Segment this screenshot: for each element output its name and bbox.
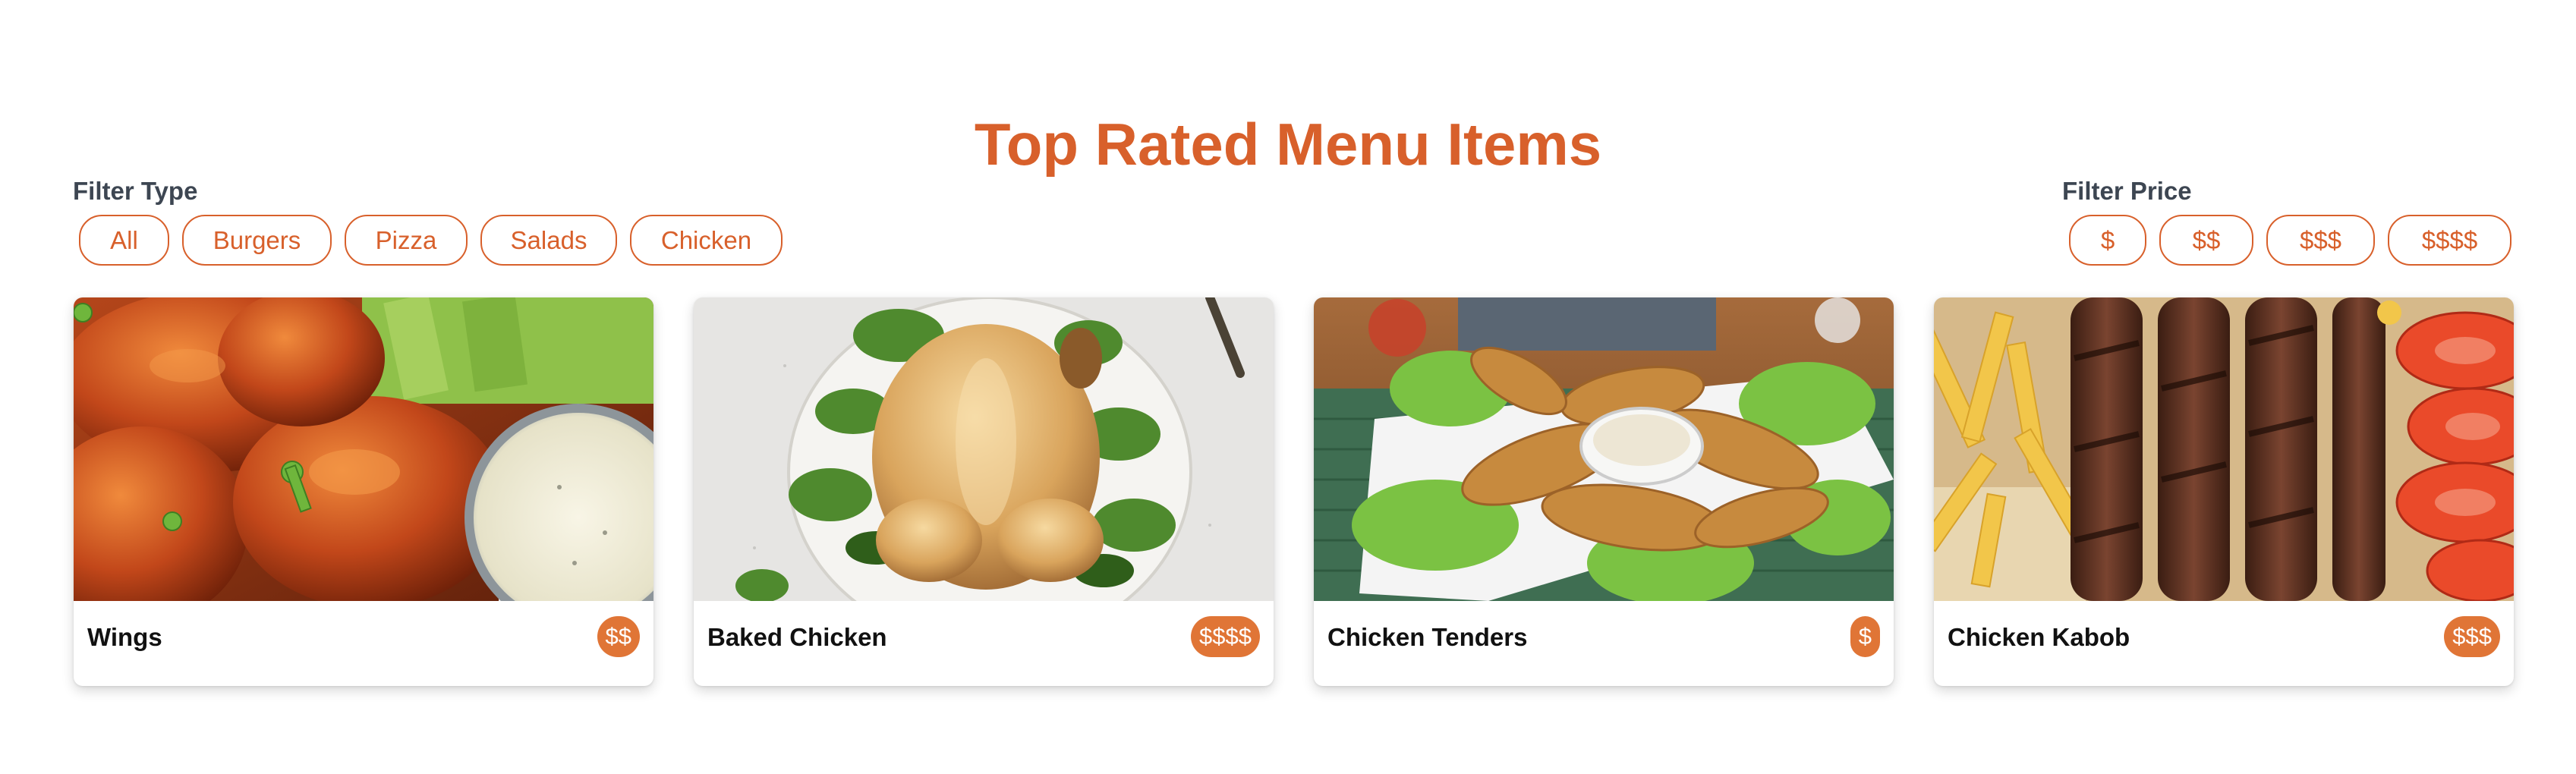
baked-chicken-image	[694, 297, 1274, 601]
price-badge: $$$$	[1191, 616, 1260, 657]
chicken-tenders-image	[1314, 297, 1894, 601]
filter-price-group: $ $$ $$$ $$$$	[2069, 215, 2511, 266]
filter-type-group: All Burgers Pizza Salads Chicken	[79, 215, 783, 266]
menu-item-name: Wings	[87, 623, 162, 651]
filter-price-3-button[interactable]: $$$	[2266, 215, 2375, 266]
chicken-kabob-image	[1934, 297, 2514, 601]
filter-type-label: Filter Type	[73, 177, 198, 205]
chicken-wings-image	[74, 297, 653, 601]
filter-type-burgers-button[interactable]: Burgers	[182, 215, 332, 266]
menu-item-card[interactable]: Chicken Kabob $$$	[1934, 297, 2514, 686]
filter-type-all-button[interactable]: All	[79, 215, 169, 266]
filter-type-pizza-button[interactable]: Pizza	[345, 215, 468, 266]
page-title: Top Rated Menu Items	[974, 111, 1602, 178]
price-badge: $	[1850, 616, 1880, 657]
menu-item-name: Baked Chicken	[707, 623, 887, 651]
filter-price-1-button[interactable]: $	[2069, 215, 2146, 266]
menu-item-name: Chicken Tenders	[1327, 623, 1528, 651]
filter-price-4-button[interactable]: $$$$	[2388, 215, 2511, 266]
menu-item-card[interactable]: Chicken Tenders $	[1314, 297, 1894, 686]
menu-item-card[interactable]: Wings $$	[74, 297, 653, 686]
price-badge: $$	[597, 616, 640, 657]
filter-type-salads-button[interactable]: Salads	[480, 215, 617, 266]
menu-item-name: Chicken Kabob	[1948, 623, 2130, 651]
menu-item-card[interactable]: Baked Chicken $$$$	[694, 297, 1274, 686]
price-badge: $$$	[2444, 616, 2500, 657]
filter-price-2-button[interactable]: $$	[2159, 215, 2253, 266]
filter-price-label: Filter Price	[2062, 177, 2192, 205]
filter-type-chicken-button[interactable]: Chicken	[630, 215, 783, 266]
